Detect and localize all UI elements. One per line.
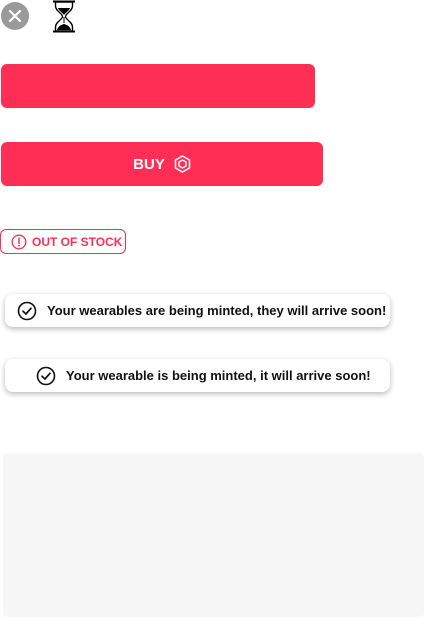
out-of-stock-label: OUT OF STOCK xyxy=(32,234,123,249)
mint-toast-plural: Your wearables are being minted, they wi… xyxy=(5,294,390,327)
out-of-stock-badge: OUT OF STOCK xyxy=(0,229,126,254)
toast-message: Your wearable is being minted, it will a… xyxy=(66,368,371,383)
toast-message: Your wearables are being minted, they wi… xyxy=(47,303,387,318)
loading-button[interactable] xyxy=(1,64,315,108)
hourglass-icon xyxy=(53,0,75,33)
close-icon xyxy=(9,10,21,22)
check-circle-icon xyxy=(17,301,37,320)
exclamation-circle-icon xyxy=(11,234,27,249)
buy-button-label: BUY xyxy=(133,155,165,173)
mint-toast-single: Your wearable is being minted, it will a… xyxy=(5,359,390,392)
check-circle-icon xyxy=(36,366,56,385)
buy-button[interactable]: BUY xyxy=(1,142,323,186)
hexagon-token-icon xyxy=(174,155,191,173)
close-button[interactable] xyxy=(1,2,29,30)
content-panel xyxy=(3,453,424,617)
